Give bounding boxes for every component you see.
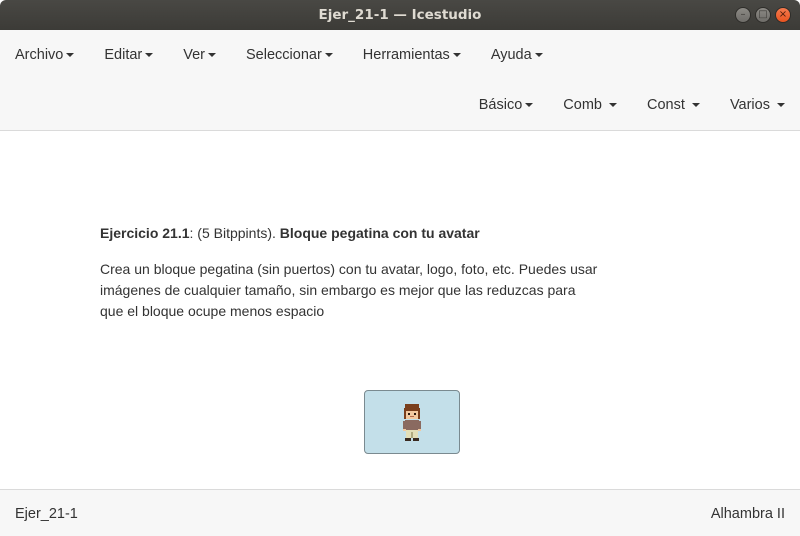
board-name[interactable]: Alhambra II <box>711 506 785 522</box>
window-controls: – □ × <box>735 7 791 23</box>
caret-down-icon <box>208 53 217 58</box>
menu-basico[interactable]: Básico <box>464 94 549 116</box>
menu-label: Comb <box>563 97 602 113</box>
menu-label: Editar <box>104 47 143 63</box>
caret-down-icon <box>324 53 333 58</box>
menu-editar[interactable]: Editar <box>89 44 168 66</box>
menu-ver[interactable]: Ver <box>168 44 231 66</box>
menu-label: Seleccionar <box>246 47 322 63</box>
caret-down-icon <box>777 103 785 108</box>
menu-herramientas[interactable]: Herramientas <box>348 44 476 66</box>
exercise-points: : (5 Bitppints). <box>189 225 280 241</box>
maximize-icon[interactable]: □ <box>755 7 771 23</box>
menu-label: Herramientas <box>362 47 450 63</box>
design-canvas[interactable]: Ejercicio 21.1: (5 Bitppints). Bloque pe… <box>0 131 800 489</box>
exercise-label: Ejercicio 21.1 <box>100 225 190 241</box>
caret-down-icon <box>145 53 154 58</box>
block-title: Bloque pegatina con tu avatar <box>279 225 480 241</box>
menu-varios[interactable]: Varios <box>715 94 800 116</box>
menu-archivo[interactable]: Archivo <box>0 44 89 66</box>
info-block[interactable]: Ejercicio 21.1: (5 Bitppints). Bloque pe… <box>100 223 600 322</box>
menu-label: Ayuda <box>490 47 532 63</box>
caret-down-icon <box>691 103 700 108</box>
toolbar: Archivo Editar Ver Seleccionar Herramien… <box>0 30 800 131</box>
caret-down-icon <box>452 53 461 58</box>
exercise-heading: Ejercicio 21.1: (5 Bitppints). Bloque pe… <box>100 223 600 243</box>
menu-seleccionar[interactable]: Seleccionar <box>231 44 348 66</box>
menu-label: Básico <box>478 97 523 113</box>
close-icon[interactable]: × <box>775 7 791 23</box>
caret-down-icon <box>609 103 618 108</box>
caret-down-icon <box>66 53 75 58</box>
project-name: Ejer_21-1 <box>15 506 78 522</box>
title-bar[interactable]: Ejer_21-1 — Icestudio – □ × <box>0 0 800 30</box>
status-bar: Ejer_21-1 Alhambra II <box>0 489 800 536</box>
menu-label: Ver <box>183 47 206 63</box>
menu-label: Const <box>647 97 685 113</box>
exercise-description: Crea un bloque pegatina (sin puertos) co… <box>100 261 598 319</box>
menu-label: Varios <box>729 97 770 113</box>
window-title: Ejer_21-1 — Icestudio <box>318 7 482 23</box>
menu-label: Archivo <box>15 47 64 63</box>
sticker-block[interactable] <box>364 390 460 454</box>
avatar-icon <box>403 404 421 441</box>
main-menu: Archivo Editar Ver Seleccionar Herramien… <box>0 44 558 66</box>
minimize-icon[interactable]: – <box>735 7 751 23</box>
caret-down-icon <box>525 103 534 108</box>
blocks-menu: Básico Comb Const Varios <box>464 94 800 116</box>
menu-comb[interactable]: Comb <box>548 94 632 116</box>
caret-down-icon <box>534 53 543 58</box>
menu-ayuda[interactable]: Ayuda <box>476 44 558 66</box>
menu-const[interactable]: Const <box>632 94 715 116</box>
